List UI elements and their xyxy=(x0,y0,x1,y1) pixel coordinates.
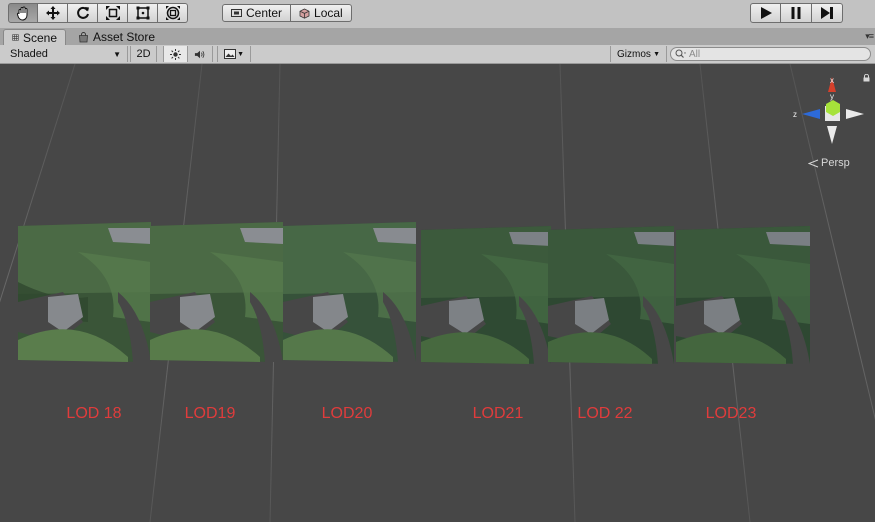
image-icon xyxy=(224,49,236,59)
scene-search xyxy=(670,47,871,61)
dropdown-arrow-icon: ▼ xyxy=(237,50,244,58)
pause-icon xyxy=(791,7,801,19)
play-icon xyxy=(760,7,772,19)
shading-mode-dropdown[interactable]: Shaded ▼ xyxy=(4,46,128,62)
2d-mode-toggle[interactable]: 2D xyxy=(130,46,157,62)
rotate-tool-button[interactable] xyxy=(68,3,98,23)
transform-icon xyxy=(165,6,180,20)
transform-tool-button[interactable] xyxy=(158,3,188,23)
tab-asset-store[interactable]: Asset Store xyxy=(70,29,163,45)
terrain-tile-lod-18[interactable] xyxy=(18,222,151,362)
rect-icon xyxy=(136,6,149,20)
pivot-local-button[interactable]: Local xyxy=(291,4,352,22)
tab-asset-store-label: Asset Store xyxy=(93,30,156,44)
tab-scene-label: Scene xyxy=(22,30,57,45)
sun-icon xyxy=(170,48,181,60)
scene-control-bar: Shaded ▼ 2D ▼ Gizmos ▼ xyxy=(0,45,875,64)
dropdown-arrow-icon: ▼ xyxy=(113,49,121,59)
rotate-icon xyxy=(76,6,89,19)
gizmo-z-label: z xyxy=(793,110,797,119)
shopping-bag-icon xyxy=(79,31,88,42)
lod-label-22: LOD 22 xyxy=(577,405,633,422)
shading-mode-value: Shaded xyxy=(10,48,48,60)
lod-label-18: LOD 18 xyxy=(66,405,122,422)
search-icon xyxy=(675,49,686,58)
scale-icon xyxy=(105,6,120,20)
play-button[interactable] xyxy=(750,3,781,23)
projection-label: Persp xyxy=(821,157,850,169)
move-tool-button[interactable] xyxy=(38,3,68,23)
lod-label-19: LOD19 xyxy=(184,405,236,422)
step-icon xyxy=(821,7,833,19)
editor-tab-strip: Scene Asset Store ▾≡ xyxy=(0,28,875,45)
scene-grid-icon xyxy=(12,34,19,41)
terrain-tile-lod-21[interactable] xyxy=(421,224,551,364)
play-controls-group xyxy=(750,3,843,23)
scene-effects-dropdown[interactable]: ▼ xyxy=(217,46,251,62)
dropdown-arrow-icon: ▼ xyxy=(653,50,660,58)
move-icon xyxy=(45,6,60,20)
terrain-tile-lod-20[interactable] xyxy=(283,222,416,362)
terrain-tile-lod-22[interactable] xyxy=(548,224,674,364)
pivot-center-button[interactable]: Center xyxy=(222,4,292,22)
tab-scene[interactable]: Scene xyxy=(3,29,66,45)
terrain-tile-lod-19[interactable] xyxy=(150,222,283,362)
rect-tool-button[interactable] xyxy=(128,3,158,23)
gizmos-dropdown[interactable]: Gizmos ▼ xyxy=(610,46,667,62)
step-button[interactable] xyxy=(812,3,843,23)
gizmo-x-label: x xyxy=(830,76,834,85)
scale-tool-button[interactable] xyxy=(98,3,128,23)
scene-lighting-toggle[interactable] xyxy=(163,46,188,62)
hand-tool-button[interactable] xyxy=(8,3,38,23)
lock-icon[interactable] xyxy=(863,74,870,82)
perspective-icon xyxy=(808,159,819,167)
pivot-center-label: Center xyxy=(246,6,283,20)
terrain-tile-lod-23[interactable] xyxy=(676,224,810,364)
pivot-group: Center Local xyxy=(222,4,352,22)
main-toolbar: Center Local xyxy=(0,0,875,28)
speaker-icon xyxy=(194,50,205,58)
projection-toggle[interactable]: Persp xyxy=(808,157,850,169)
scene-viewport[interactable]: LOD 18 LOD19 LOD20 LOD21 LOD 22 LOD23 x … xyxy=(0,64,875,522)
lod-label-20: LOD20 xyxy=(321,405,373,422)
gizmo-y-label: y xyxy=(830,92,834,101)
scene-search-input[interactable] xyxy=(689,48,859,60)
pivot-local-label: Local xyxy=(314,6,343,20)
local-cube-icon xyxy=(299,8,310,19)
panel-menu-icon[interactable]: ▾≡ xyxy=(865,31,874,42)
2d-mode-label: 2D xyxy=(136,48,151,60)
lod-label-23: LOD23 xyxy=(705,405,757,422)
transform-tools-group xyxy=(8,3,188,23)
pivot-center-icon xyxy=(231,9,242,17)
lod-label-21: LOD21 xyxy=(472,405,524,422)
scene-audio-toggle[interactable] xyxy=(188,46,213,62)
gizmos-label: Gizmos xyxy=(617,48,651,60)
hand-icon xyxy=(16,6,28,21)
pause-button[interactable] xyxy=(781,3,812,23)
